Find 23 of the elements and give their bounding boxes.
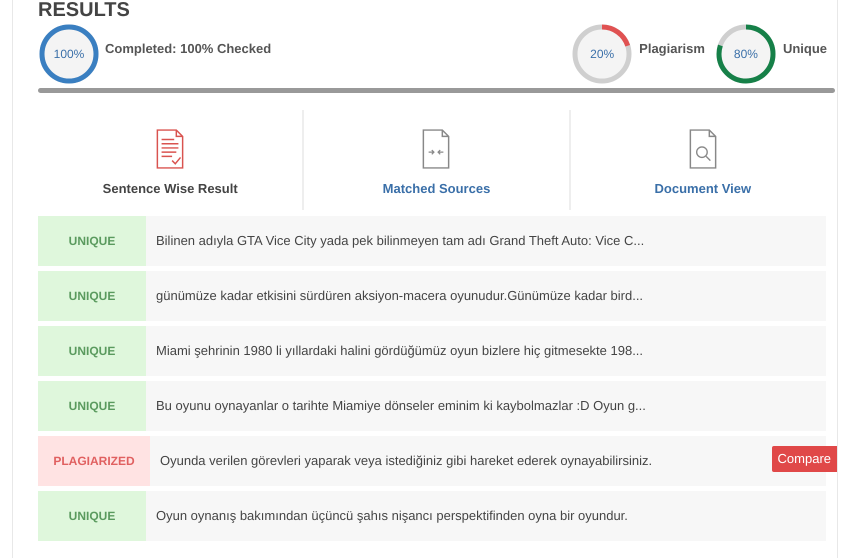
view-tab[interactable]: Sentence Wise Result — [38, 110, 302, 210]
sentence-text: Bu oyunu oynayanlar o tarihte Miamiye dönseler eminim ki kaybolmazlar :D Oyun g... — [155, 397, 646, 416]
view-tab[interactable]: Document View — [568, 110, 835, 210]
compare-button[interactable]: Compare — [772, 446, 837, 472]
status-label: UNIQUE — [38, 271, 146, 321]
score-label: Unique — [782, 40, 827, 58]
status-label: UNIQUE — [38, 216, 146, 266]
sentence-text: Oyunda verilen görevleri yaparak veya istediğiniz gibi hareket ederek oynayabilirsiniz. — [159, 452, 652, 470]
status-label: PLAGIARIZED — [38, 436, 150, 486]
sentence-text: Oyun oynanış bakımından üçüncü şahıs nişancı perspektifinden oyna bir oyundur. — [155, 507, 628, 526]
gauge-reading: 20% — [590, 48, 614, 60]
completed-label: Completed: 100% Checked — [105, 40, 272, 58]
view-tab[interactable]: Matched Sources — [302, 110, 569, 210]
sentence-text: Bilinen adıyla GTA Vice City yada pek bilinmeyen tam adı Grand Theft Auto: Vice C... — [155, 232, 644, 250]
sentence-text: günümüze kadar etkisini sürdüren aksiyon-macera oyunudur.Günümüze kadar bird... — [155, 287, 644, 306]
status-label: UNIQUE — [38, 326, 146, 376]
gauge-reading: 80% — [734, 48, 758, 60]
results-title: RESULTS — [38, 0, 131, 20]
status-label: UNIQUE — [38, 491, 146, 541]
sentence-text: Miami şehrinin 1980 li yıllardaki halini gördüğümüz oyun bizlere hiç gitmesekte 198... — [155, 342, 644, 360]
gauge-reading: 100% — [54, 48, 84, 60]
status-label: UNIQUE — [38, 381, 146, 431]
score-label: Plagiarism — [639, 40, 705, 58]
